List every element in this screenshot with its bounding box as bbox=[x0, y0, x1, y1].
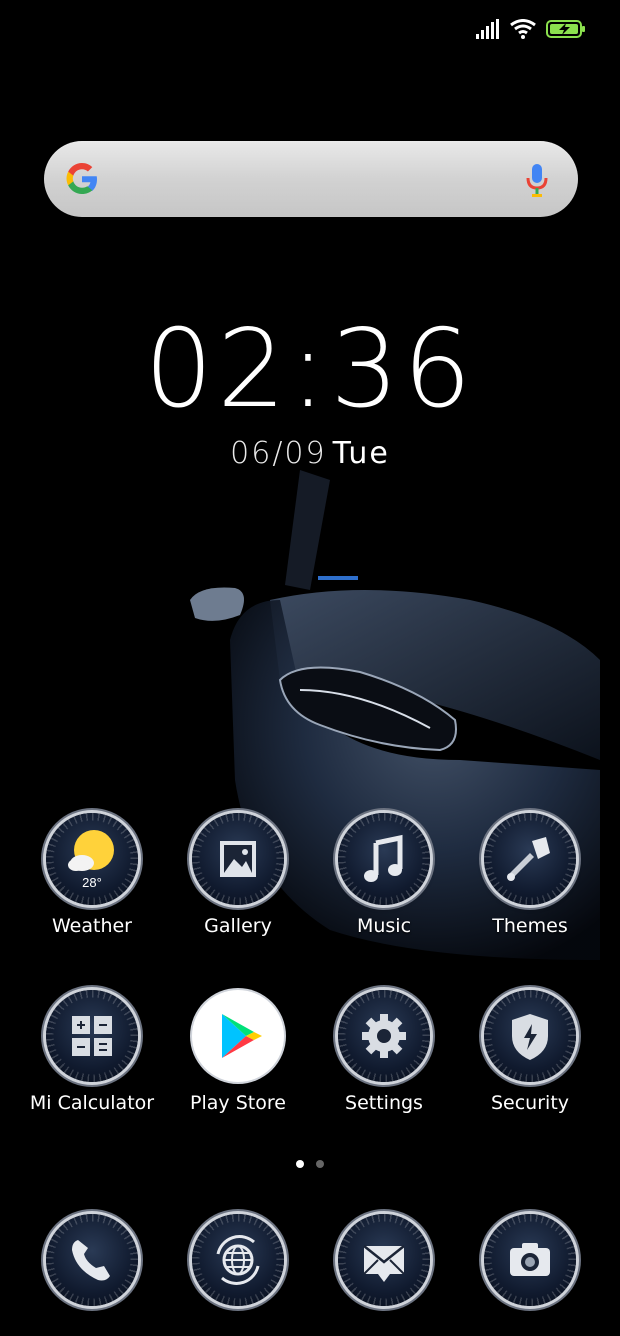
app-label: Settings bbox=[345, 1092, 423, 1114]
app-label: Themes bbox=[492, 915, 568, 937]
microphone-icon[interactable] bbox=[526, 163, 548, 197]
google-g-icon bbox=[66, 163, 97, 194]
app-settings[interactable]: Settings bbox=[311, 990, 457, 1114]
app-label: Play Store bbox=[190, 1092, 286, 1114]
camera-icon bbox=[484, 1214, 576, 1306]
signal-bars-icon bbox=[476, 19, 499, 39]
app-security[interactable]: Security bbox=[457, 990, 603, 1114]
gear-icon bbox=[338, 990, 430, 1082]
app-label: Mi Calculator bbox=[29, 1092, 155, 1114]
app-gallery[interactable]: Gallery bbox=[165, 813, 311, 937]
app-label: Music bbox=[356, 915, 412, 937]
date-text: 06/09 bbox=[230, 436, 327, 471]
play-store-icon bbox=[192, 990, 284, 1082]
app-play-store[interactable]: Play Store bbox=[165, 990, 311, 1114]
app-mi-calculator[interactable]: Mi Calculator bbox=[19, 990, 165, 1114]
status-bar bbox=[476, 14, 586, 44]
weekday-text: Tue bbox=[332, 436, 390, 471]
app-weather[interactable]: 28° Weather bbox=[19, 813, 165, 937]
dock-camera[interactable] bbox=[457, 1214, 603, 1306]
app-label: Weather bbox=[52, 915, 132, 937]
app-themes[interactable]: Themes bbox=[457, 813, 603, 937]
dock-messaging[interactable] bbox=[311, 1214, 457, 1306]
page-dot-1[interactable] bbox=[296, 1160, 304, 1168]
page-indicator[interactable] bbox=[0, 1160, 620, 1168]
wifi-icon bbox=[510, 19, 536, 39]
app-label: Security bbox=[490, 1092, 570, 1114]
battery-charging-icon bbox=[546, 20, 585, 38]
dock-browser[interactable] bbox=[165, 1214, 311, 1306]
paintbrush-icon bbox=[484, 813, 576, 905]
calculator-icon bbox=[46, 990, 138, 1082]
messaging-envelope-icon bbox=[338, 1214, 430, 1306]
app-label: Gallery bbox=[204, 915, 272, 937]
google-search-bar[interactable] bbox=[44, 141, 578, 217]
clock-time[interactable]: 02:36 bbox=[0, 310, 620, 430]
phone-icon bbox=[46, 1214, 138, 1306]
app-music[interactable]: Music bbox=[311, 813, 457, 937]
weather-temp: 28° bbox=[82, 875, 102, 890]
weather-sun-cloud-icon: 28° bbox=[46, 813, 138, 905]
gallery-icon bbox=[192, 813, 284, 905]
page-dot-2[interactable] bbox=[316, 1160, 324, 1168]
dock-phone[interactable] bbox=[19, 1214, 165, 1306]
clock-date: 06/09 Tue bbox=[0, 436, 620, 471]
shield-icon bbox=[484, 990, 576, 1082]
music-note-icon bbox=[338, 813, 430, 905]
browser-globe-icon bbox=[192, 1214, 284, 1306]
